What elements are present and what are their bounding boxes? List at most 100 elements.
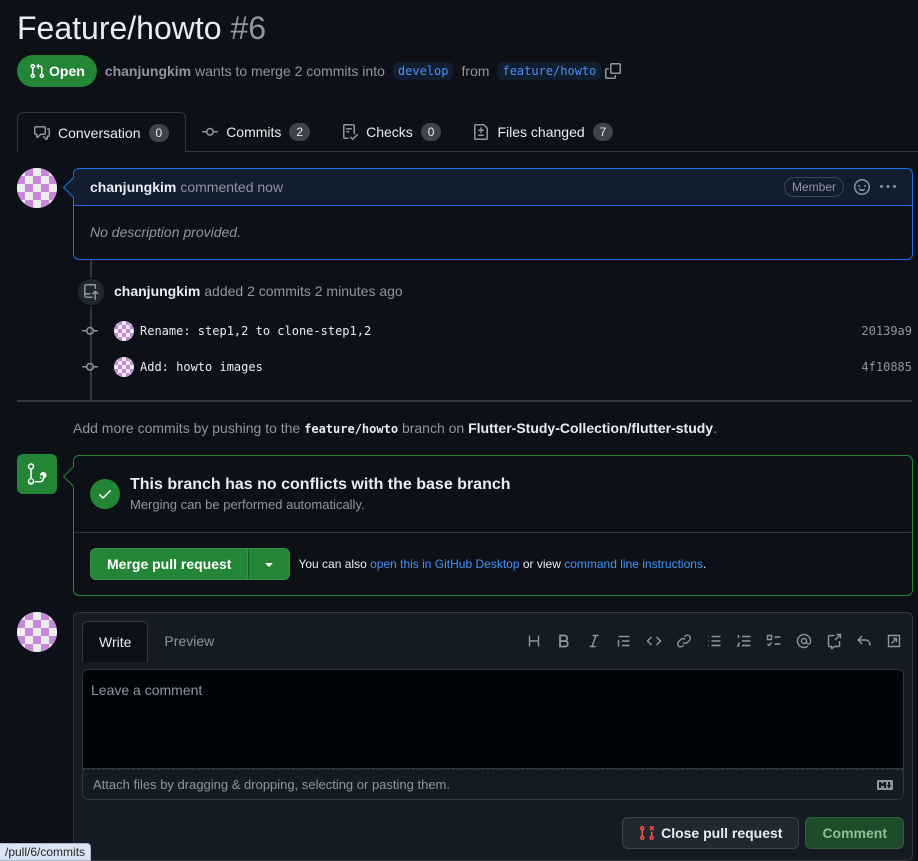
comment-editor: Write Preview Leave a comment Attach fil… (73, 612, 913, 861)
push-event-text: chanjungkim added 2 commits 2 minutes ag… (114, 283, 403, 299)
heading-icon[interactable] (522, 629, 546, 653)
tab-checks-count: 0 (420, 123, 442, 141)
merge-status: This branch has no conflicts with the ba… (74, 456, 912, 533)
commit-sha[interactable]: 4f10885 (861, 360, 912, 374)
comment-author[interactable]: chanjungkim (90, 179, 176, 195)
tab-conversation-label: Conversation (58, 124, 141, 141)
pr-meta: Open chanjungkim wants to merge 2 commit… (17, 55, 622, 87)
tab-commits[interactable]: Commits 2 (186, 112, 326, 152)
git-commit-icon (80, 359, 100, 375)
fullscreen-icon[interactable] (882, 629, 906, 653)
merge-status-subtitle: Merging can be performed automatically. (130, 497, 365, 512)
state-badge: Open (17, 55, 97, 87)
pr-author-link[interactable]: chanjungkim (105, 63, 191, 79)
merge-actions-period: . (702, 557, 707, 571)
avatar[interactable] (114, 321, 134, 341)
quote-icon[interactable] (612, 629, 636, 653)
commit-message[interactable]: Add: howto images (140, 360, 861, 374)
push-hint-branch: feature/howto (304, 422, 399, 436)
check-icon (90, 479, 120, 509)
file-diff-icon (474, 124, 489, 140)
cross-reference-icon[interactable] (822, 629, 846, 653)
state-label: Open (49, 63, 85, 79)
or-view-text: or view (522, 557, 561, 571)
editor-tabs: Write Preview (82, 621, 230, 662)
tab-preview[interactable]: Preview (148, 621, 230, 661)
git-commit-icon (202, 127, 219, 136)
tab-commits-label: Commits (226, 124, 282, 140)
push-hint-middle: branch on (401, 420, 465, 436)
reply-icon[interactable] (852, 629, 876, 653)
tab-write[interactable]: Write (82, 621, 149, 662)
comment-header: chanjungkim commented now Member (74, 169, 912, 206)
pr-title: Feature/howto (17, 10, 222, 46)
smiley-icon[interactable] (854, 179, 870, 195)
tab-files-changed[interactable]: Files changed 7 (457, 112, 629, 152)
pr-summary-text: wants to merge 2 commits into (195, 63, 385, 79)
from-text: from (461, 63, 490, 79)
tab-files-changed-count: 7 (592, 123, 614, 141)
pr-number: #6 (230, 10, 267, 46)
tab-conversation[interactable]: Conversation 0 (17, 112, 187, 153)
copy-icon[interactable] (605, 63, 622, 79)
task-list-icon[interactable] (762, 629, 786, 653)
checklist-icon (343, 124, 359, 140)
member-badge: Member (783, 177, 844, 197)
unordered-list-icon[interactable] (702, 629, 726, 653)
triangle-down-icon (265, 563, 274, 567)
list-item: Rename: step1,2 to clone-step1,2 20139a9 (80, 319, 912, 343)
tab-checks-label: Checks (366, 124, 413, 140)
timeline-divider (17, 400, 912, 402)
base-branch-chip[interactable]: develop (392, 62, 454, 80)
attach-hint: Attach files by dragging & dropping, sel… (93, 777, 450, 792)
merge-method-dropdown[interactable] (248, 548, 291, 580)
push-hint: Add more commits by pushing to the featu… (73, 420, 717, 436)
status-bar-url: /pull/6/commits (0, 843, 92, 861)
also-text: You can also (298, 557, 367, 571)
avatar[interactable] (17, 168, 57, 208)
avatar[interactable] (17, 612, 57, 652)
merge-actions: Merge pull request You can also open thi… (74, 533, 912, 595)
commit-sha[interactable]: 20139a9 (861, 324, 912, 338)
head-branch-chip[interactable]: feature/howto (497, 62, 602, 80)
comment-button[interactable]: Comment (805, 817, 904, 849)
merge-button-group: Merge pull request (90, 548, 291, 580)
push-hint-prefix: Add more commits by pushing to the (73, 420, 301, 436)
editor-footer: Close pull request Comment (622, 817, 904, 849)
attach-files-bar[interactable]: Attach files by dragging & dropping, sel… (82, 769, 904, 800)
push-event-author[interactable]: chanjungkim (114, 283, 200, 299)
close-pull-request-button[interactable]: Close pull request (622, 817, 800, 849)
repo-push-icon (76, 277, 106, 307)
tab-conversation-count: 0 (148, 123, 170, 142)
push-event-desc: added 2 commits 2 minutes ago (204, 283, 403, 299)
merge-box: This branch has no conflicts with the ba… (73, 455, 913, 596)
command-line-link[interactable]: command line instructions (564, 557, 703, 571)
markdown-icon[interactable] (877, 777, 893, 793)
pr-summary: chanjungkim wants to merge 2 commits int… (105, 63, 385, 79)
close-pull-request-label: Close pull request (661, 825, 783, 841)
push-hint-repo: Flutter-Study-Collection/flutter-study (468, 420, 714, 436)
pull-request-icon (30, 63, 45, 79)
pr-description-comment: chanjungkim commented now Member No desc… (73, 168, 913, 260)
bold-icon[interactable] (552, 629, 576, 653)
italic-icon[interactable] (582, 629, 606, 653)
tab-checks[interactable]: Checks 0 (326, 112, 457, 152)
comment-textarea[interactable]: Leave a comment (82, 669, 904, 769)
push-hint-suffix: . (713, 420, 717, 436)
comment-action[interactable]: commented now (180, 179, 283, 195)
tab-commits-count: 2 (289, 123, 311, 141)
github-desktop-link[interactable]: open this in GitHub Desktop (370, 557, 519, 571)
tab-files-changed-label: Files changed (497, 124, 585, 140)
git-commit-icon (80, 323, 100, 339)
ordered-list-icon[interactable] (732, 629, 756, 653)
comment-discussion-icon (34, 125, 50, 140)
code-icon[interactable] (642, 629, 666, 653)
merge-pull-request-button[interactable]: Merge pull request (90, 548, 249, 580)
markdown-toolbar (522, 629, 906, 653)
kebab-horizontal-icon[interactable] (880, 179, 896, 195)
link-icon[interactable] (672, 629, 696, 653)
commit-message[interactable]: Rename: step1,2 to clone-step1,2 (140, 324, 861, 338)
merge-status-title: This branch has no conflicts with the ba… (130, 476, 511, 493)
avatar[interactable] (114, 357, 134, 377)
mention-icon[interactable] (792, 629, 816, 653)
